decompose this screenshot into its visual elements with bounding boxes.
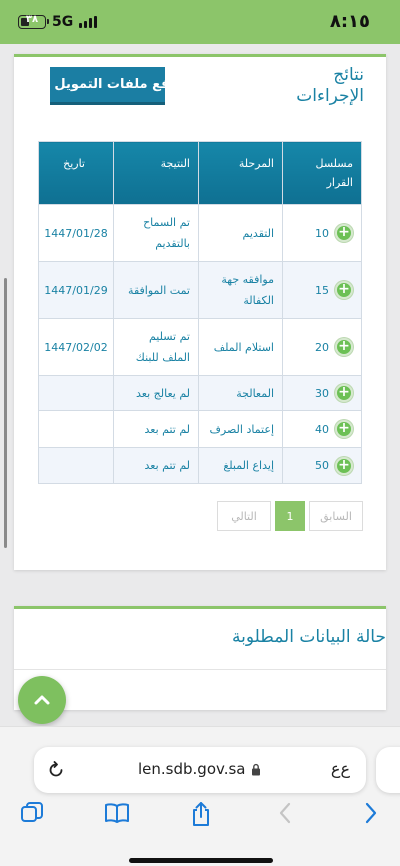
scrollbar[interactable] [4, 278, 7, 548]
results-card: نتائج الإجراءات رفع ملفات التمويل مسلسل … [14, 54, 386, 570]
upload-button-label: رفع ملفات التمويل [54, 77, 165, 92]
header-result: النتيجة [113, 141, 199, 205]
status-time: ٨:١٥ [329, 11, 370, 32]
table-row: +15 موافقه جهة الكفالة تمت الموافقة 1447… [38, 261, 362, 319]
cell-result: لم تتم بعد [113, 410, 199, 448]
required-data-title: حالة البيانات المطلوبة [232, 627, 386, 647]
lock-icon [252, 763, 261, 775]
chevron-right-icon[interactable] [364, 801, 378, 825]
home-indicator[interactable] [129, 858, 273, 863]
results-table-wrapper: مسلسل القرار المرحلة النتيجة تاريخ +10 ا… [38, 141, 362, 484]
cell-seq: +30 [282, 375, 362, 411]
scroll-to-top-button[interactable] [18, 676, 66, 724]
seq-value: 10 [315, 226, 329, 240]
cell-date [38, 410, 114, 448]
cell-date: 1447/02/02 [38, 318, 114, 376]
table-header-row: مسلسل القرار المرحلة النتيجة تاريخ [38, 141, 362, 205]
status-indicators: ٣٨ 5G [18, 13, 98, 31]
cell-date: 1447/01/28 [38, 204, 114, 262]
cell-seq: +50 [282, 447, 362, 484]
book-icon[interactable] [104, 801, 130, 825]
cell-result: لم تتم بعد [113, 447, 199, 484]
cell-result: تم تسليم الملف للبنك [113, 318, 199, 376]
card-divider [14, 669, 386, 670]
cell-stage: إيداع المبلغ [198, 447, 283, 484]
cell-seq: +20 [282, 318, 362, 376]
cell-seq: +15 [282, 261, 362, 319]
share-icon[interactable] [190, 801, 212, 827]
cell-date [38, 447, 114, 484]
upload-financing-files-button[interactable]: رفع ملفات التمويل [50, 67, 165, 105]
tabs-icon[interactable] [20, 801, 44, 825]
seq-value: 50 [315, 459, 329, 472]
reload-icon[interactable] [46, 760, 66, 780]
header-stage: المرحلة [198, 141, 283, 205]
plus-circle-icon[interactable]: + [335, 384, 353, 402]
table-row: +30 المعالجة لم يعالج بعد [38, 375, 362, 411]
url-text: len.sdb.gov.sa [138, 760, 246, 778]
plus-circle-icon[interactable]: + [335, 456, 353, 475]
plus-circle-icon[interactable]: + [335, 420, 353, 438]
header-date: تاريخ [38, 141, 114, 205]
battery-level: ٣٨ [25, 14, 39, 25]
seq-value: 15 [315, 283, 329, 297]
cell-stage: موافقه جهة الكفالة [198, 261, 283, 319]
pagination: التالي 1 السابق [217, 501, 363, 531]
url-display: len.sdb.gov.sa [138, 760, 261, 778]
next-tab-peek[interactable] [376, 747, 400, 793]
cell-date: 1447/01/29 [38, 261, 114, 319]
seq-value: 40 [315, 422, 329, 436]
seq-value: 20 [315, 340, 329, 354]
status-bar: ٣٨ 5G ٨:١٥ [0, 0, 400, 44]
text-size-button[interactable]: ﻉﻉ [331, 759, 350, 778]
pagination-prev-button[interactable]: السابق [309, 501, 363, 531]
chevron-left-icon[interactable] [278, 801, 292, 825]
cell-stage: استلام الملف [198, 318, 283, 376]
address-bar[interactable]: len.sdb.gov.sa ﻉﻉ [34, 747, 366, 793]
pagination-next-button[interactable]: التالي [217, 501, 271, 531]
signal-icon [79, 16, 98, 28]
table-row: +50 إيداع المبلغ لم تتم بعد [38, 447, 362, 484]
battery-tip [47, 19, 49, 24]
battery-icon: ٣٨ [18, 14, 49, 29]
network-label: 5G [52, 14, 74, 30]
table-row: +40 إعتماد الصرف لم تتم بعد [38, 410, 362, 448]
table-row: +10 التقديم تم السماح بالتقديم 1447/01/2… [38, 204, 362, 262]
web-page: نتائج الإجراءات رفع ملفات التمويل مسلسل … [0, 44, 400, 740]
header-seq: مسلسل القرار [282, 141, 362, 205]
cell-result: لم يعالج بعد [113, 375, 199, 411]
cell-stage: المعالجة [198, 375, 283, 411]
cell-result: تم السماح بالتقديم [113, 204, 199, 262]
cell-stage: إعتماد الصرف [198, 410, 283, 448]
seq-value: 30 [315, 386, 329, 400]
required-data-card: حالة البيانات المطلوبة [14, 606, 386, 710]
browser-chrome: len.sdb.gov.sa ﻉﻉ [0, 726, 400, 866]
browser-toolbar [0, 797, 400, 837]
pagination-page-1[interactable]: 1 [275, 501, 305, 531]
plus-circle-icon[interactable]: + [335, 224, 353, 242]
plus-circle-icon[interactable]: + [335, 338, 353, 356]
cell-result: تمت الموافقة [113, 261, 199, 319]
table-row: +20 استلام الملف تم تسليم الملف للبنك 14… [38, 318, 362, 376]
cell-stage: التقديم [198, 204, 283, 262]
chevron-up-icon [34, 695, 50, 705]
results-table: مسلسل القرار المرحلة النتيجة تاريخ +10 ا… [38, 141, 362, 484]
cell-seq: +10 [282, 204, 362, 262]
cell-date [38, 375, 114, 411]
results-title: نتائج الإجراءات [296, 65, 364, 106]
cell-seq: +40 [282, 410, 362, 448]
plus-circle-icon[interactable]: + [335, 281, 353, 299]
